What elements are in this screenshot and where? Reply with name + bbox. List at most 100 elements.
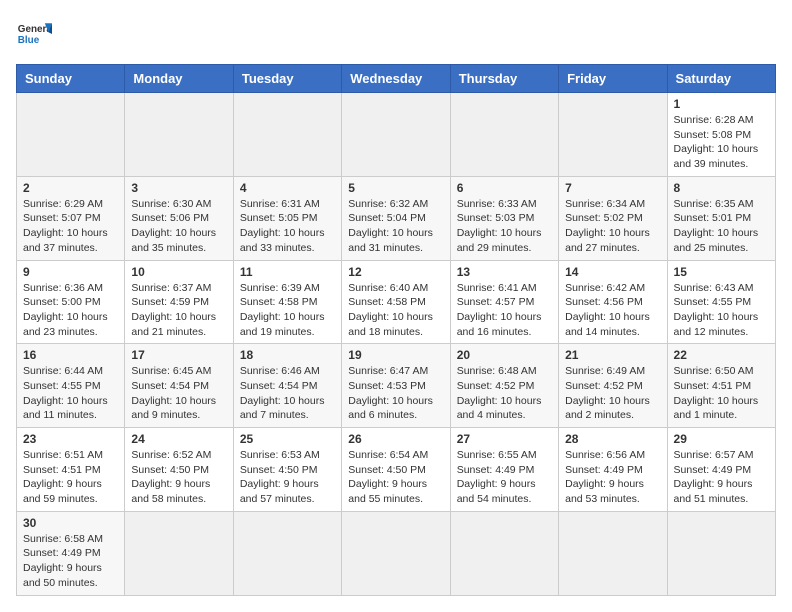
day-info: Sunrise: 6:37 AM Sunset: 4:59 PM Dayligh… [131,281,226,340]
calendar-cell: 6 Sunrise: 6:33 AM Sunset: 5:03 PM Daylig… [450,176,558,260]
day-info: Sunrise: 6:41 AM Sunset: 4:57 PM Dayligh… [457,281,552,340]
calendar-cell: 15 Sunrise: 6:43 AM Sunset: 4:55 PM Dayli… [667,260,775,344]
day-number: 29 [674,432,769,446]
day-number: 15 [674,265,769,279]
logo: General Blue [16,16,52,52]
day-number: 11 [240,265,335,279]
day-info: Sunrise: 6:43 AM Sunset: 4:55 PM Dayligh… [674,281,769,340]
day-number: 30 [23,516,118,530]
day-number: 26 [348,432,443,446]
calendar-cell [342,511,450,595]
calendar-cell [559,93,667,177]
calendar-cell: 29 Sunrise: 6:57 AM Sunset: 4:49 PM Dayli… [667,428,775,512]
page-header: General Blue [16,16,776,52]
day-info: Sunrise: 6:31 AM Sunset: 5:05 PM Dayligh… [240,197,335,256]
calendar-cell: 20 Sunrise: 6:48 AM Sunset: 4:52 PM Dayli… [450,344,558,428]
day-number: 27 [457,432,552,446]
day-number: 16 [23,348,118,362]
calendar-cell: 5 Sunrise: 6:32 AM Sunset: 5:04 PM Daylig… [342,176,450,260]
calendar-cell: 17Sunrise: 6:45 AM Sunset: 4:54 PM Dayli… [125,344,233,428]
calendar-cell: 2Sunrise: 6:29 AM Sunset: 5:07 PM Daylig… [17,176,125,260]
calendar-cell: 24 Sunrise: 6:52 AM Sunset: 4:50 PM Dayli… [125,428,233,512]
day-number: 6 [457,181,552,195]
calendar-cell: 1 Sunrise: 6:28 AM Sunset: 5:08 PM Daylig… [667,93,775,177]
column-header-thursday: Thursday [450,65,558,93]
day-info: Sunrise: 6:49 AM Sunset: 4:52 PM Dayligh… [565,364,660,423]
day-info: Sunrise: 6:55 AM Sunset: 4:49 PM Dayligh… [457,448,552,507]
calendar-cell: 28 Sunrise: 6:56 AM Sunset: 4:49 PM Dayli… [559,428,667,512]
calendar-cell: 4 Sunrise: 6:31 AM Sunset: 5:05 PM Daylig… [233,176,341,260]
calendar-cell [233,511,341,595]
day-number: 8 [674,181,769,195]
day-info: Sunrise: 6:57 AM Sunset: 4:49 PM Dayligh… [674,448,769,507]
calendar-cell: 18 Sunrise: 6:46 AM Sunset: 4:54 PM Dayli… [233,344,341,428]
day-number: 20 [457,348,552,362]
day-number: 19 [348,348,443,362]
column-header-sunday: Sunday [17,65,125,93]
day-number: 23 [23,432,118,446]
day-info: Sunrise: 6:53 AM Sunset: 4:50 PM Dayligh… [240,448,335,507]
day-info: Sunrise: 6:29 AM Sunset: 5:07 PM Dayligh… [23,197,118,256]
day-info: Sunrise: 6:39 AM Sunset: 4:58 PM Dayligh… [240,281,335,340]
calendar-cell: 12Sunrise: 6:40 AM Sunset: 4:58 PM Dayli… [342,260,450,344]
day-number: 3 [131,181,226,195]
calendar-cell [450,93,558,177]
day-info: Sunrise: 6:48 AM Sunset: 4:52 PM Dayligh… [457,364,552,423]
day-number: 18 [240,348,335,362]
calendar-cell [559,511,667,595]
calendar-cell [125,93,233,177]
calendar-cell: 22 Sunrise: 6:50 AM Sunset: 4:51 PM Dayli… [667,344,775,428]
day-number: 12 [348,265,443,279]
day-info: Sunrise: 6:28 AM Sunset: 5:08 PM Dayligh… [674,113,769,172]
calendar-week-row: 23 Sunrise: 6:51 AM Sunset: 4:51 PM Dayli… [17,428,776,512]
day-info: Sunrise: 6:46 AM Sunset: 4:54 PM Dayligh… [240,364,335,423]
calendar-week-row: 9Sunrise: 6:36 AM Sunset: 5:00 PM Daylig… [17,260,776,344]
day-info: Sunrise: 6:54 AM Sunset: 4:50 PM Dayligh… [348,448,443,507]
column-header-friday: Friday [559,65,667,93]
calendar-cell: 23 Sunrise: 6:51 AM Sunset: 4:51 PM Dayli… [17,428,125,512]
calendar-cell: 27 Sunrise: 6:55 AM Sunset: 4:49 PM Dayli… [450,428,558,512]
day-number: 4 [240,181,335,195]
day-number: 1 [674,97,769,111]
calendar-cell: 8 Sunrise: 6:35 AM Sunset: 5:01 PM Daylig… [667,176,775,260]
calendar-cell: 14Sunrise: 6:42 AM Sunset: 4:56 PM Dayli… [559,260,667,344]
calendar-header-row: SundayMondayTuesdayWednesdayThursdayFrid… [17,65,776,93]
day-number: 22 [674,348,769,362]
calendar-cell: 7 Sunrise: 6:34 AM Sunset: 5:02 PM Daylig… [559,176,667,260]
calendar-cell: 3Sunrise: 6:30 AM Sunset: 5:06 PM Daylig… [125,176,233,260]
day-info: Sunrise: 6:33 AM Sunset: 5:03 PM Dayligh… [457,197,552,256]
calendar-table: SundayMondayTuesdayWednesdayThursdayFrid… [16,64,776,596]
calendar-cell [233,93,341,177]
day-info: Sunrise: 6:50 AM Sunset: 4:51 PM Dayligh… [674,364,769,423]
calendar-cell: 30 Sunrise: 6:58 AM Sunset: 4:49 PM Dayli… [17,511,125,595]
calendar-cell [450,511,558,595]
day-info: Sunrise: 6:32 AM Sunset: 5:04 PM Dayligh… [348,197,443,256]
calendar-cell: 9Sunrise: 6:36 AM Sunset: 5:00 PM Daylig… [17,260,125,344]
calendar-week-row: 30 Sunrise: 6:58 AM Sunset: 4:49 PM Dayli… [17,511,776,595]
day-info: Sunrise: 6:47 AM Sunset: 4:53 PM Dayligh… [348,364,443,423]
day-info: Sunrise: 6:44 AM Sunset: 4:55 PM Dayligh… [23,364,118,423]
day-info: Sunrise: 6:52 AM Sunset: 4:50 PM Dayligh… [131,448,226,507]
column-header-tuesday: Tuesday [233,65,341,93]
calendar-week-row: 2Sunrise: 6:29 AM Sunset: 5:07 PM Daylig… [17,176,776,260]
day-number: 24 [131,432,226,446]
day-info: Sunrise: 6:35 AM Sunset: 5:01 PM Dayligh… [674,197,769,256]
day-info: Sunrise: 6:51 AM Sunset: 4:51 PM Dayligh… [23,448,118,507]
day-number: 5 [348,181,443,195]
day-number: 13 [457,265,552,279]
day-number: 28 [565,432,660,446]
column-header-saturday: Saturday [667,65,775,93]
calendar-cell [667,511,775,595]
day-info: Sunrise: 6:58 AM Sunset: 4:49 PM Dayligh… [23,532,118,591]
day-number: 25 [240,432,335,446]
calendar-cell: 21Sunrise: 6:49 AM Sunset: 4:52 PM Dayli… [559,344,667,428]
calendar-cell [125,511,233,595]
day-info: Sunrise: 6:45 AM Sunset: 4:54 PM Dayligh… [131,364,226,423]
day-info: Sunrise: 6:34 AM Sunset: 5:02 PM Dayligh… [565,197,660,256]
column-header-wednesday: Wednesday [342,65,450,93]
calendar-week-row: 1 Sunrise: 6:28 AM Sunset: 5:08 PM Daylig… [17,93,776,177]
calendar-cell [342,93,450,177]
day-number: 14 [565,265,660,279]
day-number: 7 [565,181,660,195]
day-info: Sunrise: 6:56 AM Sunset: 4:49 PM Dayligh… [565,448,660,507]
